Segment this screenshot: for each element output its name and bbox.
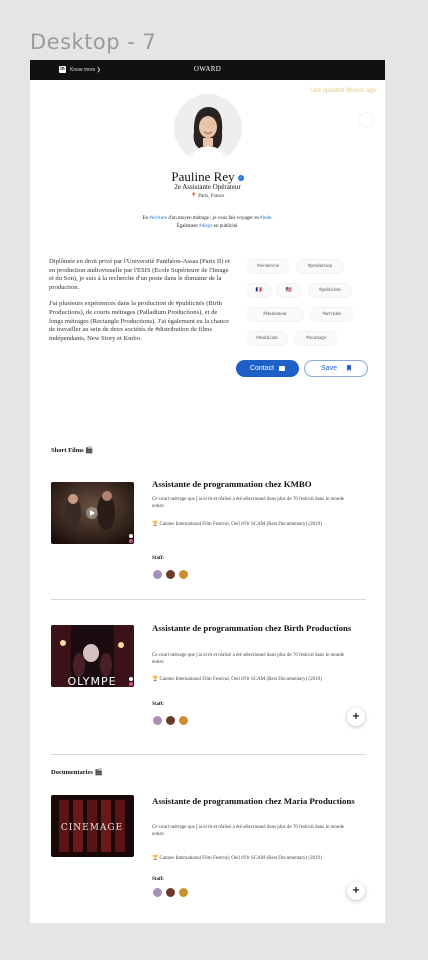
profile-name-text: Pauline Rey	[171, 169, 235, 184]
contact-button[interactable]: Contact	[236, 360, 299, 377]
tagline-text: d'un moyen métrage ; je vous fais voyage…	[167, 216, 261, 221]
staff-avatar[interactable]	[152, 569, 163, 580]
tag-publicites[interactable]: #publicités	[308, 283, 352, 298]
profile-location: 📍 Paris, France	[30, 193, 385, 199]
thumbnail-maria[interactable]: CINEMAGE	[51, 795, 134, 857]
profile-page: in Know more ❯ ОWARD Last updated 9hours…	[30, 60, 385, 923]
verified-icon: ✓	[237, 175, 244, 182]
mail-icon	[279, 365, 286, 371]
thumbnail-text: OLYMPE	[67, 675, 116, 687]
staff-label: Staff:	[152, 556, 164, 561]
staff-avatars	[152, 885, 191, 898]
location-pin-icon: 📍	[190, 193, 197, 199]
tag-production[interactable]: #production	[296, 259, 344, 274]
tag-artvideo[interactable]: #artvideo	[310, 307, 354, 322]
tagline-text: Également	[176, 224, 200, 229]
staff-avatars	[152, 567, 191, 580]
tagline-text: .	[271, 216, 273, 221]
card-title[interactable]: Assistante de programmation chez KMBO	[152, 478, 372, 490]
hashtag-ecriture[interactable]: #écriture	[149, 216, 167, 221]
divider	[51, 754, 366, 755]
staff-avatar[interactable]	[178, 715, 189, 726]
save-button-label: Save	[321, 365, 337, 372]
frame-label: Desktop - 7	[30, 30, 157, 54]
last-updated: Last updated 9hours ago	[309, 88, 376, 94]
staff-avatar[interactable]	[152, 887, 163, 898]
card-title[interactable]: Assistante de programmation chez Birth P…	[152, 622, 372, 634]
location-text: Paris, France	[198, 194, 225, 199]
bio-paragraph-2: J'ai plusieurs expériences dans la produ…	[49, 300, 230, 342]
thumbnail-text: CINEMAGE	[61, 823, 123, 833]
add-button[interactable]: +	[347, 882, 365, 900]
thumbnail-birth[interactable]: OLYMPE	[51, 625, 134, 687]
hashtag-dispo[interactable]: #dispo	[199, 224, 212, 229]
card-description: Ce court métrage que j'ai écrit et réali…	[152, 497, 344, 509]
tagline-text: en publicité.	[212, 224, 239, 229]
staff-avatar[interactable]	[165, 887, 176, 898]
staff-avatar[interactable]	[178, 569, 189, 580]
card-description: Ce court métrage que j'ai écrit et réali…	[152, 825, 344, 837]
card-description: Ce court métrage que j'ai écrit et réali…	[152, 653, 344, 665]
staff-avatar[interactable]	[178, 887, 189, 898]
section-short-films: Short Films 🎬	[51, 447, 94, 454]
profile-role: 2e Assistante Opérateur	[174, 183, 241, 191]
card-award: 🏆 Cannes International Film Festival, Oe…	[152, 677, 322, 682]
tag-recherche[interactable]: #recherche	[246, 259, 290, 274]
divider	[51, 599, 366, 600]
save-button[interactable]: Save	[304, 360, 368, 377]
staff-avatars	[152, 713, 191, 726]
card-title[interactable]: Assistante de programmation chez Maria P…	[152, 795, 372, 807]
brand-logo[interactable]: ОWARD	[30, 65, 385, 73]
staff-label: Staff:	[152, 702, 164, 707]
staff-label: Staff:	[152, 877, 164, 882]
contact-button-label: Contact	[249, 365, 275, 372]
staff-avatar[interactable]	[165, 715, 176, 726]
add-button[interactable]: +	[347, 708, 365, 726]
tag-flag-fr[interactable]: 🇫🇷	[246, 283, 272, 298]
section-documentaries: Documentaries 🎬	[51, 769, 103, 776]
staff-avatar[interactable]	[165, 569, 176, 580]
tag-tournage[interactable]: #tournage	[294, 331, 338, 346]
tag-etalonneur[interactable]: #étalonneur	[246, 307, 304, 322]
bookmark-icon	[346, 365, 351, 372]
card-award: 🏆 Cannes International Film Festival, Oe…	[152, 856, 322, 861]
card-award: 🏆 Cannes International Film Festival, Oe…	[152, 522, 322, 527]
bio-paragraph-1: Diplômée en droit privé par l'Université…	[49, 258, 230, 291]
thumbnail-kmbo[interactable]	[51, 482, 134, 544]
hashtag-inde[interactable]: #inde	[260, 216, 271, 221]
top-bar: in Know more ❯ ОWARD	[30, 60, 385, 80]
tag-flag-us[interactable]: 🇺🇸	[276, 283, 302, 298]
staff-avatar[interactable]	[152, 715, 163, 726]
options-icon[interactable]	[358, 112, 374, 128]
bio: Diplômée en droit privé par l'Université…	[49, 258, 230, 351]
tagline: En #écriture d'un moyen métrage ; je vou…	[90, 215, 325, 231]
avatar	[174, 94, 242, 162]
tag-multicam[interactable]: #multicam	[246, 331, 288, 346]
